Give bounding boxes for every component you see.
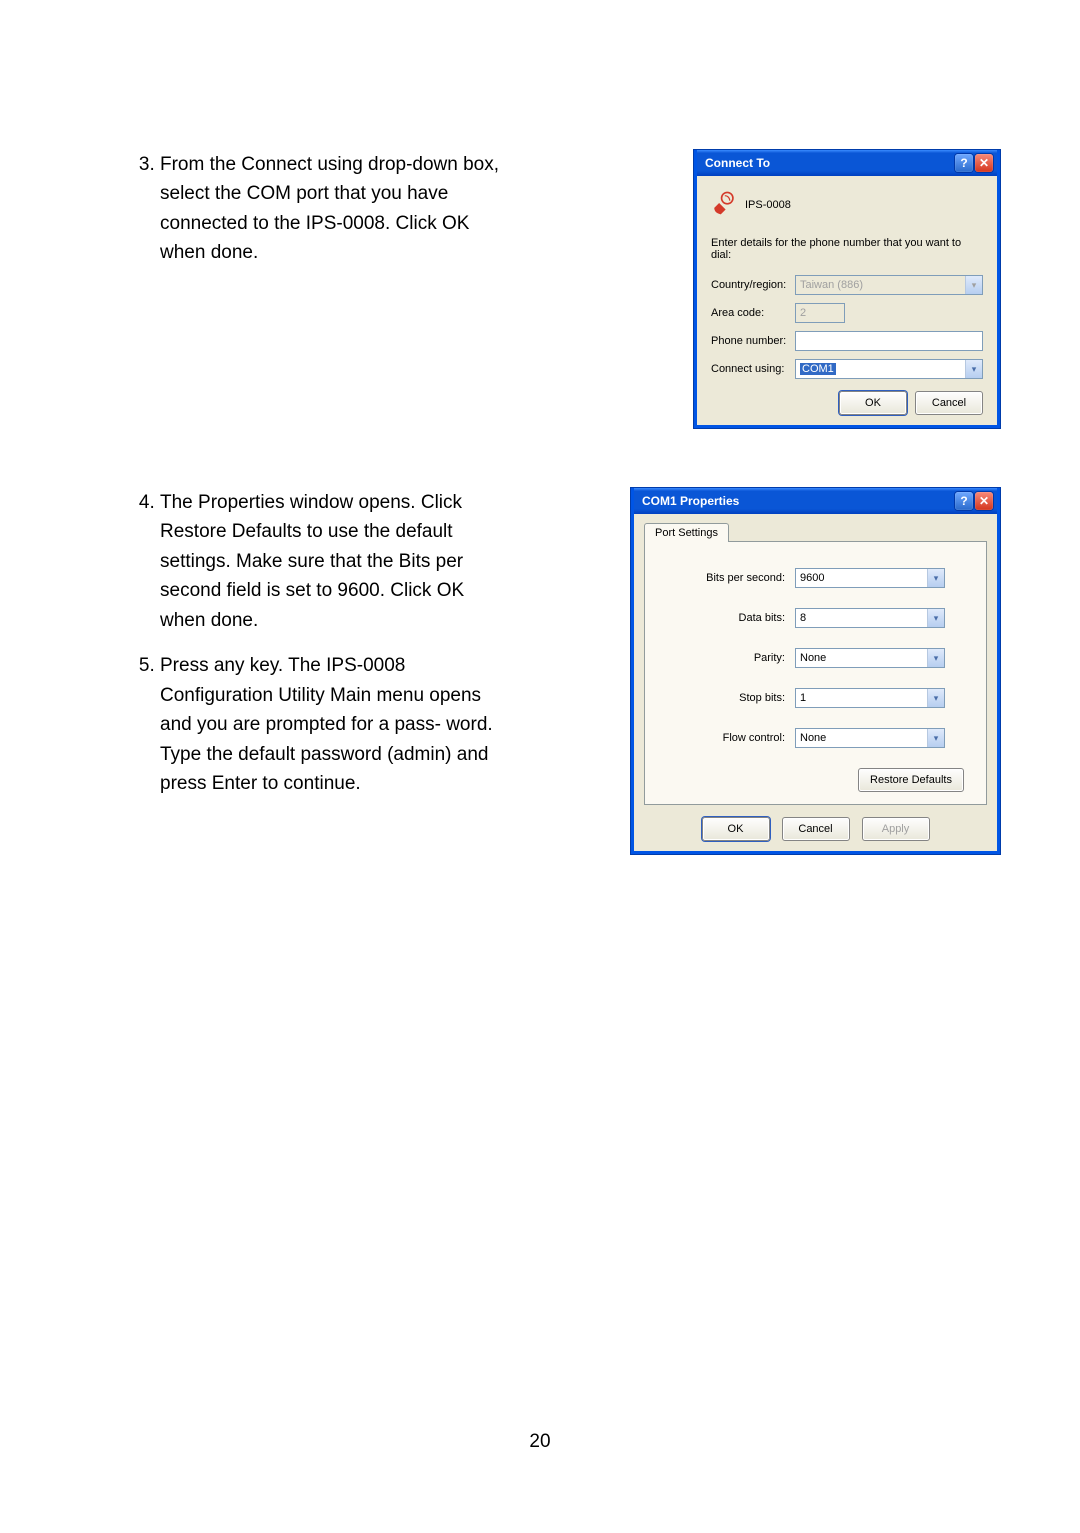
ok-button[interactable]: OK — [839, 391, 907, 415]
step-5-text: Press any key. The IPS-0008 Configuratio… — [160, 651, 510, 798]
close-icon[interactable]: ✕ — [975, 154, 993, 172]
chevron-down-icon[interactable]: ▾ — [927, 729, 944, 747]
com1-titlebar: COM1 Properties ? ✕ — [634, 488, 997, 514]
phone-number-label: Phone number: — [711, 335, 795, 347]
chevron-down-icon: ▾ — [965, 276, 982, 294]
com1-title: COM1 Properties — [642, 494, 953, 508]
country-label: Country/region: — [711, 279, 795, 291]
parity-select[interactable]: None ▾ — [795, 648, 945, 668]
restore-defaults-button[interactable]: Restore Defaults — [858, 768, 964, 792]
connect-to-titlebar: Connect To ? ✕ — [697, 150, 997, 176]
stopbits-select[interactable]: 1 ▾ — [795, 688, 945, 708]
databits-label: Data bits: — [667, 612, 785, 624]
chevron-down-icon[interactable]: ▾ — [927, 649, 944, 667]
flow-select[interactable]: None ▾ — [795, 728, 945, 748]
close-icon[interactable]: ✕ — [975, 492, 993, 510]
cancel-button[interactable]: Cancel — [782, 817, 850, 841]
com1-properties-dialog: COM1 Properties ? ✕ Port Settings Bits p… — [631, 488, 1000, 854]
connect-instruction: Enter details for the phone number that … — [711, 237, 983, 261]
connect-using-label: Connect using: — [711, 363, 795, 375]
area-code-input: 2 — [795, 303, 845, 323]
connection-name: IPS-0008 — [745, 199, 791, 211]
chevron-down-icon[interactable]: ▾ — [927, 609, 944, 627]
chevron-down-icon[interactable]: ▾ — [927, 689, 944, 707]
bps-select[interactable]: 9600 ▾ — [795, 568, 945, 588]
flow-label: Flow control: — [667, 732, 785, 744]
step-4-text: The Properties window opens. Click Resto… — [160, 488, 510, 635]
country-select: Taiwan (886) ▾ — [795, 275, 983, 295]
parity-label: Parity: — [667, 652, 785, 664]
databits-select[interactable]: 8 ▾ — [795, 608, 945, 628]
port-settings-panel: Bits per second: 9600 ▾ Data bits: 8 ▾ — [644, 541, 987, 805]
bps-label: Bits per second: — [667, 572, 785, 584]
phone-icon — [711, 190, 737, 219]
ok-button[interactable]: OK — [702, 817, 770, 841]
cancel-button[interactable]: Cancel — [915, 391, 983, 415]
connect-using-select[interactable]: COM1 ▾ — [795, 359, 983, 379]
apply-button: Apply — [862, 817, 930, 841]
help-icon[interactable]: ? — [955, 492, 973, 510]
stopbits-label: Stop bits: — [667, 692, 785, 704]
connect-to-title: Connect To — [705, 156, 953, 170]
area-code-label: Area code: — [711, 307, 795, 319]
chevron-down-icon[interactable]: ▾ — [965, 360, 982, 378]
tab-port-settings[interactable]: Port Settings — [644, 523, 729, 542]
help-icon[interactable]: ? — [955, 154, 973, 172]
step-3-text: From the Connect using drop-down box, se… — [160, 150, 510, 268]
page-number: 20 — [0, 1431, 1080, 1453]
phone-number-input[interactable] — [795, 331, 983, 351]
connect-to-dialog: Connect To ? ✕ IPS-0008 — [694, 150, 1000, 428]
chevron-down-icon[interactable]: ▾ — [927, 569, 944, 587]
